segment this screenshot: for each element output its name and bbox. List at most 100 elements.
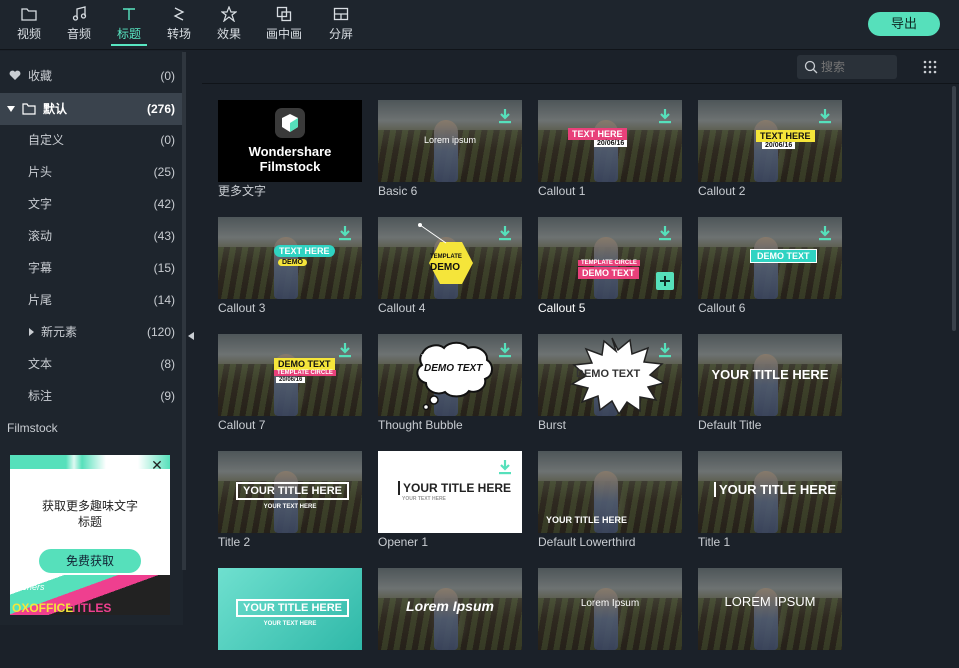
download-icon[interactable]: [658, 108, 672, 124]
sidebar-scrollbar[interactable]: [182, 52, 186, 570]
sidebar-item-subtitles[interactable]: 字幕 (15): [0, 252, 183, 284]
export-button[interactable]: 导出: [868, 12, 940, 36]
tab-titles[interactable]: 标题: [109, 4, 149, 46]
search-box[interactable]: [797, 55, 897, 79]
transition-icon: [159, 6, 199, 26]
title-overlay-text: DEMO TEXT: [274, 358, 335, 370]
template-thumbnail[interactable]: Wondershare Filmstock: [218, 100, 362, 182]
template-thumbnail[interactable]: Lorem Ipsum: [378, 568, 522, 650]
template-thumbnail[interactable]: YOUR TITLE HERE: [538, 451, 682, 533]
template-thumbnail[interactable]: DEMO TEXT TEMPLATE CIRCLE 20/06/16: [218, 334, 362, 416]
title-template-card[interactable]: YOUR TITLE HERE Default Lowerthird: [538, 451, 682, 551]
download-icon[interactable]: [658, 342, 672, 358]
template-thumbnail[interactable]: YOUR TITLE HERE YOUR TEXT HERE: [218, 451, 362, 533]
filmstock-promo-banner[interactable]: openers OXOFFICE TITLES: [10, 455, 170, 615]
sidebar-item-annotations[interactable]: 标注 (9): [0, 380, 183, 412]
title-overlay-subtext: 20/06/16: [594, 140, 628, 147]
title-template-card[interactable]: DEMO TEXT Burst: [538, 334, 682, 434]
template-title: Title 2: [218, 535, 251, 549]
sidebar-item-plain-text[interactable]: 文本 (8): [0, 348, 183, 380]
sidebar-item-custom[interactable]: 自定义 (0): [0, 124, 183, 156]
sidebar-item-new-elements[interactable]: 新元素 (120): [0, 316, 183, 348]
title-template-card[interactable]: Lorem ipsum Basic 6: [378, 100, 522, 200]
template-thumbnail[interactable]: TEXT HERE 20/06/16: [538, 100, 682, 182]
template-title: Opener 1: [378, 535, 429, 549]
thumbnail-photo: [538, 568, 682, 650]
get-free-button[interactable]: 免费获取: [39, 549, 141, 573]
template-thumbnail[interactable]: Lorem ipsum: [378, 100, 522, 182]
promo-text: 获取更多趣味文字 标题: [10, 498, 170, 530]
template-thumbnail[interactable]: YOUR TITLE HERE: [698, 451, 842, 533]
tab-effects[interactable]: 效果: [209, 4, 249, 44]
download-icon[interactable]: [498, 342, 512, 358]
title-template-card[interactable]: TEXT HERE 20/06/16 Callout 1: [538, 100, 682, 200]
library-scrollbar[interactable]: [952, 86, 956, 331]
title-template-card[interactable]: YOUR TITLE HERE Default Title: [698, 334, 842, 434]
template-thumbnail[interactable]: DEMO TEXT TEMPLATE CIRCLE: [538, 217, 682, 299]
sidebar-item-count: (9): [160, 389, 175, 403]
tab-video[interactable]: 视频: [9, 4, 49, 44]
search-icon: [804, 60, 818, 79]
download-icon[interactable]: [338, 225, 352, 241]
template-thumbnail[interactable]: TEXT HERE DEMO: [218, 217, 362, 299]
tab-pip[interactable]: 画中画: [259, 4, 309, 44]
template-thumbnail[interactable]: YOUR TITLE HERE YOUR TEXT HERE: [218, 568, 362, 650]
title-overlay-text: TEXT HERE: [274, 245, 335, 257]
tab-audio[interactable]: 音频: [59, 4, 99, 44]
sidebar-item-filmstock[interactable]: Filmstock: [0, 412, 183, 444]
title-template-card[interactable]: Lorem Ipsum: [378, 568, 522, 668]
template-thumbnail[interactable]: DEMO TEMPLATE: [378, 217, 522, 299]
template-thumbnail[interactable]: TEXT HERE 20/06/16: [698, 100, 842, 182]
sidebar-item-count: (15): [153, 261, 175, 275]
text-t-icon: [109, 6, 149, 26]
title-template-card[interactable]: DEMO TEXT TEMPLATE CIRCLE Callout 5: [538, 217, 682, 317]
template-thumbnail[interactable]: YOUR TITLE HERE YOUR TEXT HERE: [378, 451, 522, 533]
title-template-card[interactable]: YOUR TITLE HERE Title 1: [698, 451, 842, 551]
title-template-card[interactable]: TEXT HERE DEMO Callout 3: [218, 217, 362, 317]
title-template-card[interactable]: Lorem Ipsum: [538, 568, 682, 668]
sidebar-item-openers[interactable]: 片头 (25): [0, 156, 183, 188]
download-icon[interactable]: [658, 225, 672, 241]
template-thumbnail[interactable]: YOUR TITLE HERE: [698, 334, 842, 416]
title-template-card[interactable]: Wondershare Filmstock 更多文字: [218, 100, 362, 200]
download-icon[interactable]: [498, 459, 512, 475]
tab-label: 转场: [166, 27, 191, 41]
title-template-card[interactable]: YOUR TITLE HERE YOUR TEXT HERE: [218, 568, 362, 668]
sidebar-item-end-credits[interactable]: 片尾 (14): [0, 284, 183, 316]
title-template-card[interactable]: TEXT HERE 20/06/16 Callout 2: [698, 100, 842, 200]
download-icon[interactable]: [818, 108, 832, 124]
title-template-card[interactable]: LOREM IPSUM: [698, 568, 842, 668]
sidebar-item-label: 片头: [28, 165, 53, 179]
title-template-card[interactable]: YOUR TITLE HERE YOUR TEXT HERE Opener 1: [378, 451, 522, 551]
template-thumbnail[interactable]: Lorem Ipsum: [538, 568, 682, 650]
template-thumbnail[interactable]: DEMO TEXT: [378, 334, 522, 416]
sidebar-item-text[interactable]: 文字 (42): [0, 188, 183, 220]
sidebar-item-scrolling[interactable]: 滚动 (43): [0, 220, 183, 252]
sidebar-item-label: 字幕: [28, 261, 53, 275]
tab-split-screen[interactable]: 分屏: [321, 4, 361, 44]
download-icon[interactable]: [818, 225, 832, 241]
title-template-card[interactable]: DEMO TEXT Thought Bubble: [378, 334, 522, 434]
title-template-card[interactable]: YOUR TITLE HERE YOUR TEXT HERE Title 2: [218, 451, 362, 551]
folder-icon: [9, 6, 49, 26]
template-thumbnail[interactable]: DEMO TEXT: [538, 334, 682, 416]
promo-close-icon[interactable]: ✕: [150, 458, 164, 472]
download-icon[interactable]: [498, 108, 512, 124]
title-template-card[interactable]: DEMO TEXT TEMPLATE CIRCLE 20/06/16 Callout …: [218, 334, 362, 434]
sidebar-item-favorites[interactable]: 收藏 (0): [0, 60, 183, 92]
panel-divider: [202, 83, 959, 84]
grid-view-icon[interactable]: [922, 59, 938, 75]
title-overlay-text: LOREM IPSUM: [724, 594, 816, 609]
promo-image-label: TITLES: [70, 601, 112, 615]
title-template-card[interactable]: DEMO TEXT Callout 6: [698, 217, 842, 317]
tab-transitions[interactable]: 转场: [159, 4, 199, 44]
collapse-sidebar-icon[interactable]: [188, 332, 194, 340]
title-template-card[interactable]: DEMO TEMPLATE Callout 4: [378, 217, 522, 317]
download-icon[interactable]: [498, 225, 512, 241]
download-icon[interactable]: [338, 342, 352, 358]
template-thumbnail[interactable]: LOREM IPSUM: [698, 568, 842, 650]
add-to-timeline-icon[interactable]: [656, 272, 674, 290]
template-thumbnail[interactable]: DEMO TEXT: [698, 217, 842, 299]
sidebar-item-default[interactable]: 默认 (276): [0, 93, 183, 125]
search-input[interactable]: [821, 58, 891, 76]
